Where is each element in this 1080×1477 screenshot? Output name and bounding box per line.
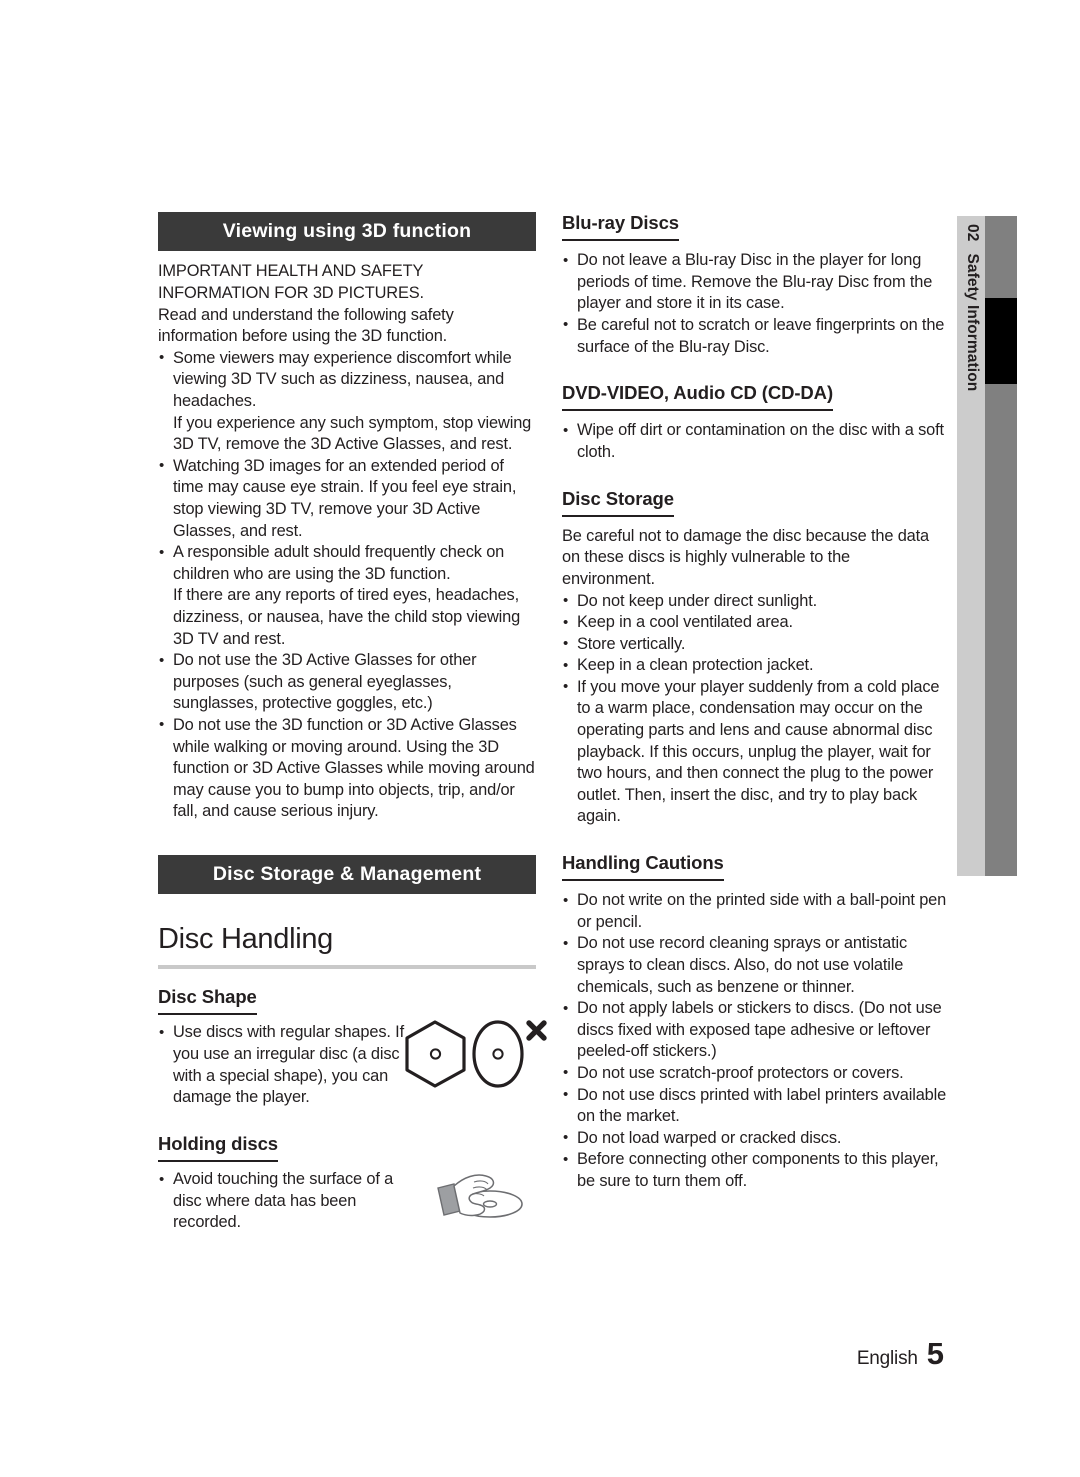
list-item: Watching 3D images for an extended perio… [158, 455, 536, 542]
3d-safety-bullet-list-2: Watching 3D images for an extended perio… [158, 455, 536, 586]
3d-safety-bullet-list-3: Do not use the 3D Active Glasses for oth… [158, 650, 536, 823]
subheading-disc-shape: Disc Shape [158, 986, 257, 1016]
list-item: If you move your player suddenly from a … [562, 676, 947, 828]
subheading-blu-ray-discs: Blu-ray Discs [562, 212, 679, 242]
list-item: A responsible adult should frequently ch… [158, 542, 536, 585]
side-tab-label: Safety Information [964, 253, 981, 392]
page-title-disc-handling: Disc Handling [158, 923, 334, 956]
holding-discs-figure-row: Avoid touching the surface of a disc whe… [158, 1169, 536, 1234]
side-index-tab: 02 Safety Information [957, 216, 1017, 876]
side-tab-number: 02 [964, 224, 981, 242]
intro-line-2: INFORMATION FOR 3D PICTURES. [158, 284, 424, 303]
left-column: Viewing using 3D function IMPORTANT HEAL… [158, 212, 547, 1234]
manual-page: 02 Safety Information Viewing using 3D fu… [0, 0, 1080, 1477]
subheading-disc-storage: Disc Storage [562, 488, 674, 517]
list-item: Keep in a clean protection jacket. [562, 655, 947, 677]
irregular-disc-shapes-icon [405, 1020, 547, 1089]
disc-storage-bullet-list: Do not keep under direct sunlight. Keep … [562, 590, 947, 829]
subheading-dvd-video-audio-cd: DVD-VIDEO, Audio CD (CD-DA) [562, 382, 833, 412]
sub-paragraph-after-bullet-1: If you experience any such symptom, stop… [173, 413, 532, 454]
section-banner-disc-storage-management: Disc Storage & Management [158, 854, 536, 895]
list-item: Do not keep under direct sunlight. [562, 590, 947, 613]
side-tab-text: 02 Safety Information [963, 224, 981, 391]
side-tab-chapter-marker [985, 298, 1017, 384]
list-item: Avoid touching the surface of a disc whe… [158, 1169, 410, 1234]
side-tab-dark-strip [985, 216, 1017, 876]
list-item: Do not use record cleaning sprays or ant… [562, 933, 947, 998]
side-tab-text-wrapper: 02 Safety Information [957, 216, 985, 876]
dvd-video-bullet-list: Wipe off dirt or contamination on the di… [562, 420, 947, 463]
footer-page-number: 5 [926, 1336, 944, 1371]
blu-ray-bullet-list: Do not leave a Blu-ray Disc in the playe… [562, 250, 947, 358]
page-footer: English 5 [0, 1338, 944, 1369]
subheading-handling-cautions: Handling Cautions [562, 852, 724, 882]
intro-line-3: Read and understand the following safety [158, 305, 454, 324]
list-item: Do not use discs printed with label prin… [562, 1084, 947, 1128]
list-item: Do not use scratch-proof protectors or c… [562, 1062, 947, 1085]
footer-language: English [856, 1348, 918, 1369]
right-column: Blu-ray Discs Do not leave a Blu-ray Dis… [562, 212, 947, 1193]
list-item: Do not leave a Blu-ray Disc in the playe… [562, 250, 947, 315]
subheading-holding-discs: Holding discs [158, 1133, 278, 1163]
side-tab-light-strip: 02 Safety Information [957, 216, 985, 876]
intro-line-1: IMPORTANT HEALTH AND SAFETY [158, 262, 424, 281]
list-item: Store vertically. [562, 633, 947, 656]
disc-shape-bullet-list: Use discs with regular shapes. If you us… [158, 1022, 410, 1108]
list-item: Keep in a cool ventilated area. [562, 612, 947, 634]
list-item: Before connecting other components to th… [562, 1149, 947, 1192]
3d-safety-bullet-list: Some viewers may experience discomfort w… [158, 347, 536, 413]
list-item: Be careful not to scratch or leave finge… [562, 314, 947, 358]
sub-paragraph-after-bullet-3: If there are any reports of tired eyes, … [173, 586, 521, 648]
section-banner-viewing-3d: Viewing using 3D function [158, 212, 536, 252]
list-item: Do not apply labels or stickers to discs… [562, 998, 947, 1063]
list-item: Use discs with regular shapes. If you us… [158, 1022, 410, 1108]
list-item: Do not use the 3D function or 3D Active … [158, 714, 536, 823]
disc-storage-intro: Be careful not to damage the disc becaus… [562, 526, 930, 588]
list-item: Wipe off dirt or contamination on the di… [562, 420, 947, 463]
list-item: Do not load warped or cracked discs. [562, 1127, 947, 1150]
handling-cautions-bullet-list: Do not write on the printed side with a … [562, 890, 947, 1192]
list-item: Some viewers may experience discomfort w… [158, 347, 536, 413]
disc-shape-figure-row: Use discs with regular shapes. If you us… [158, 1020, 547, 1108]
holding-discs-bullet-list: Avoid touching the surface of a disc whe… [158, 1169, 410, 1234]
hand-holding-disc-icon [437, 1174, 523, 1218]
list-item: Do not write on the printed side with a … [562, 890, 947, 933]
list-item: Do not use the 3D Active Glasses for oth… [158, 650, 536, 715]
intro-line-4: information before using the 3D function… [158, 327, 448, 346]
